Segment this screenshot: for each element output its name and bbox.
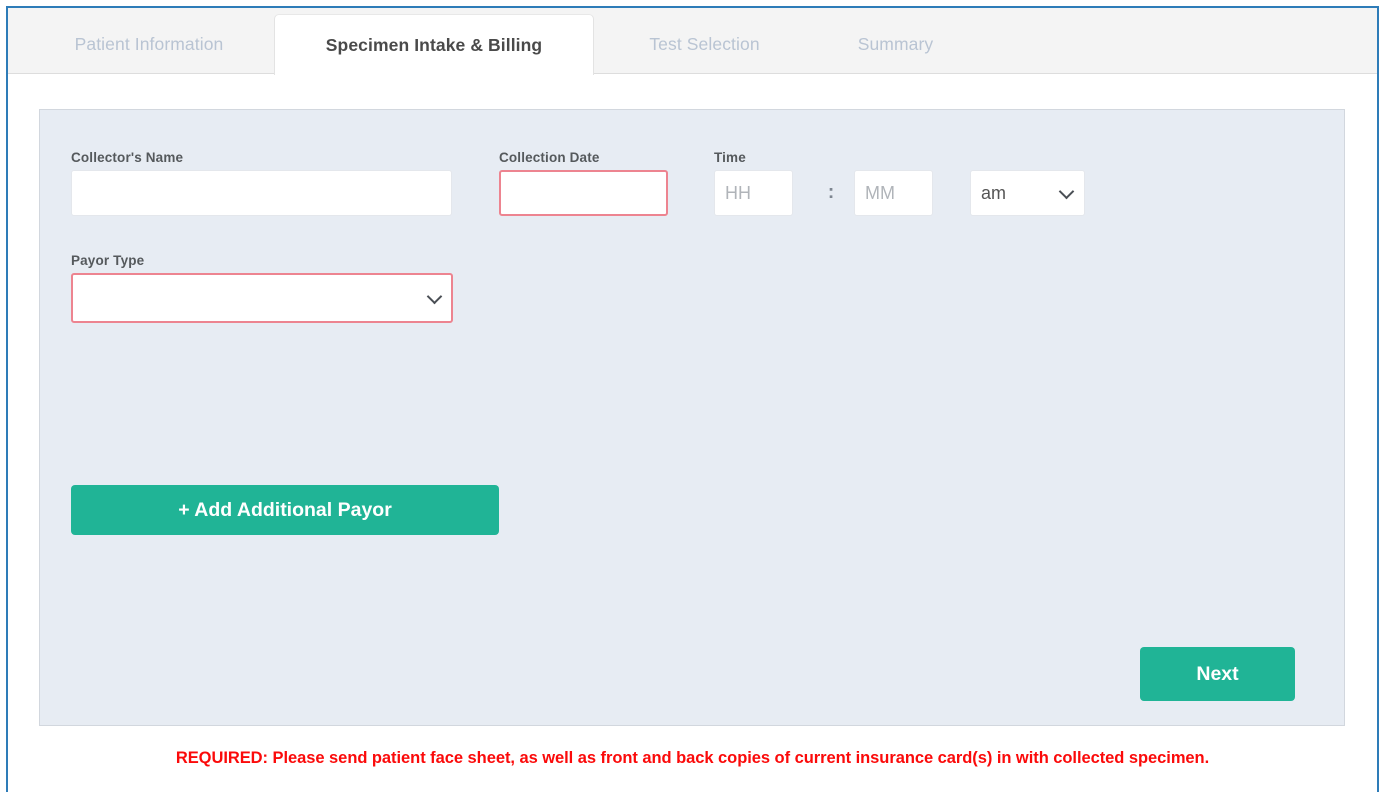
tab-label: Summary	[858, 34, 934, 55]
tab-patient-information[interactable]: Patient Information	[26, 14, 272, 74]
tab-summary[interactable]: Summary	[808, 14, 983, 74]
specimen-intake-form: Collector's Name Collection Date Time : …	[39, 109, 1345, 726]
collector-name-input[interactable]	[71, 170, 452, 216]
required-notice: REQUIRED: Please send patient face sheet…	[8, 749, 1377, 768]
tab-test-selection[interactable]: Test Selection	[602, 14, 807, 74]
tab-label: Patient Information	[75, 34, 224, 55]
time-meridiem-select[interactable]: ampm	[970, 170, 1085, 216]
tab-label: Test Selection	[649, 34, 759, 55]
tab-label: Specimen Intake & Billing	[326, 35, 542, 56]
payor-type-wrapper	[71, 273, 453, 323]
time-label: Time	[714, 150, 746, 165]
application-window: Patient Information Specimen Intake & Bi…	[6, 6, 1379, 792]
add-additional-payor-button[interactable]: + Add Additional Payor	[71, 485, 499, 535]
tab-content-panel: Collector's Name Collection Date Time : …	[8, 74, 1377, 792]
time-separator: :	[825, 170, 837, 216]
time-minute-input[interactable]	[854, 170, 933, 216]
tab-bar: Patient Information Specimen Intake & Bi…	[8, 8, 1377, 74]
time-meridiem-wrapper: ampm	[970, 170, 1085, 216]
payor-type-select[interactable]	[71, 273, 453, 323]
collection-date-input[interactable]	[499, 170, 668, 216]
collection-date-label: Collection Date	[499, 150, 600, 165]
collector-name-label: Collector's Name	[71, 150, 183, 165]
time-hour-input[interactable]	[714, 170, 793, 216]
payor-type-label: Payor Type	[71, 253, 144, 268]
next-button[interactable]: Next	[1140, 647, 1295, 701]
tab-specimen-intake-billing[interactable]: Specimen Intake & Billing	[274, 14, 594, 75]
